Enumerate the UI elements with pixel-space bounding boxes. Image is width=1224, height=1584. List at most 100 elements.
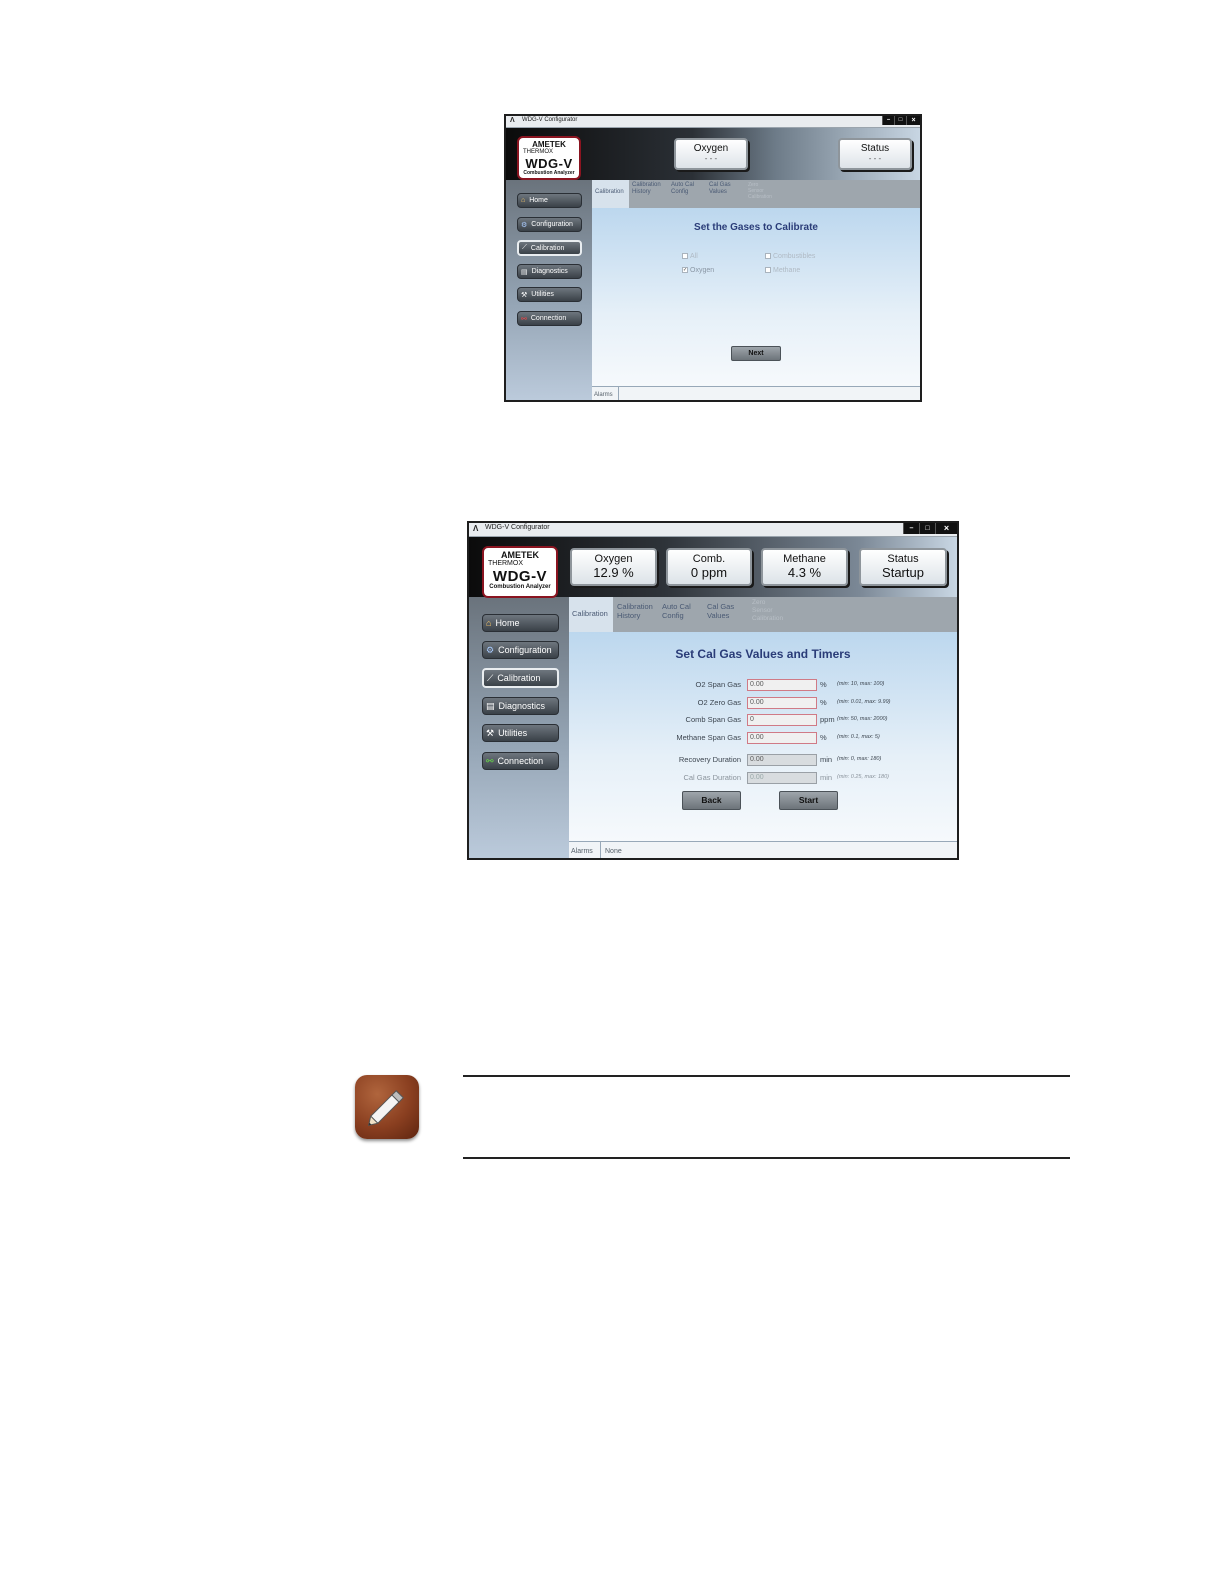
comb-span-gas-input[interactable]: 0: [747, 714, 817, 726]
home-icon: ⌂: [521, 197, 526, 204]
indicator-oxygen: Oxygen 12.9 %: [570, 548, 657, 586]
indicator-label: Oxygen: [594, 553, 633, 565]
title-bar: Ʌ WDG-V Configurator – □ ×: [506, 116, 920, 128]
nav-connection[interactable]: ⚯ Connection: [482, 752, 559, 770]
content-title: Set Cal Gas Values and Timers: [675, 647, 851, 661]
tab-auto-cal-config[interactable]: Auto Cal Config: [668, 180, 706, 208]
nav-configuration[interactable]: ⚙ Configuration: [517, 217, 582, 232]
nav-calibration[interactable]: ⟋ Calibration: [517, 240, 582, 256]
field-comb-span-gas: Comb Span Gas 0 ppm (min: 50, max: 2000): [569, 714, 957, 726]
recovery-duration-input[interactable]: 0.00: [747, 754, 817, 766]
link-icon: ⚯: [486, 755, 494, 766]
checkbox-combustibles[interactable]: Combustibles: [765, 253, 815, 260]
app-icon: Ʌ: [510, 117, 515, 124]
nav-label: Calibration: [530, 244, 565, 252]
tab-calibration[interactable]: Calibration: [592, 180, 629, 208]
field-label: O2 Span Gas: [695, 680, 741, 689]
indicator-value: Startup: [882, 565, 924, 580]
alarms-value: None: [605, 848, 622, 855]
nav-calibration[interactable]: ⟋ Calibration: [482, 668, 559, 688]
screenshot-calibrate-gases: Ʌ WDG-V Configurator – □ × AMETEK THERMO…: [504, 114, 922, 402]
indicator-methane: Methane 4.3 %: [761, 548, 848, 586]
field-o2-zero-gas: O2 Zero Gas 0.00 % (min: 0.01, max: 9.99…: [569, 697, 957, 709]
field-unit: %: [820, 680, 827, 689]
indicator-label: Status: [887, 553, 919, 565]
nav-connection[interactable]: ⚯ Connection: [517, 311, 582, 326]
calibration-icon: ⟋: [522, 244, 527, 251]
close-icon[interactable]: ×: [935, 523, 957, 534]
content-title: Set the Gases to Calibrate: [694, 222, 818, 233]
checkbox-all[interactable]: All: [682, 253, 698, 260]
next-button[interactable]: Next: [731, 346, 781, 361]
checkbox-methane[interactable]: Methane: [765, 267, 800, 274]
tab-zero-sensor-calibration: Zero Sensor Calibration: [748, 182, 772, 200]
indicator-value: - - -: [868, 154, 882, 163]
content-panel: Set the Gases to Calibrate All ✓ Oxygen C…: [592, 208, 920, 386]
field-unit: %: [820, 733, 827, 742]
indicator-status: Status Startup: [859, 548, 947, 586]
alarms-label: Alarms: [594, 392, 613, 398]
o2-span-gas-input[interactable]: 0.00: [747, 679, 817, 691]
nav-label: Configuration: [498, 645, 552, 655]
window-title: WDG-V Configurator: [485, 524, 550, 531]
nav-label: Home: [529, 197, 548, 204]
nav-utilities[interactable]: ⚒ Utilities: [482, 724, 559, 742]
nav-home[interactable]: ⌂ Home: [517, 193, 582, 208]
window-title: WDG-V Configurator: [522, 117, 578, 123]
field-label: Comb Span Gas: [685, 715, 741, 724]
content-panel: Set Cal Gas Values and Timers O2 Span Ga…: [569, 632, 957, 841]
field-o2-span-gas: O2 Span Gas 0.00 % (min: 10, max: 100): [569, 679, 957, 691]
note-pencil-icon: [355, 1075, 419, 1139]
field-label: Cal Gas Duration: [683, 773, 741, 782]
maximize-icon[interactable]: □: [894, 116, 906, 125]
wrench-icon: ⚒: [486, 727, 495, 738]
indicator-value: 12.9 %: [593, 565, 634, 580]
indicator-label: Status: [860, 143, 890, 154]
home-icon: ⌂: [486, 618, 492, 628]
tab-auto-cal-config[interactable]: Auto Cal Config: [659, 597, 703, 632]
tab-calibration[interactable]: Calibration: [569, 597, 613, 632]
tab-calibration-history[interactable]: Calibration History: [614, 597, 658, 632]
nav-label: Connection: [497, 756, 544, 766]
field-recovery-duration: Recovery Duration 0.00 min (min: 0, max:…: [569, 754, 957, 766]
nav-label: Utilities: [531, 291, 554, 298]
calibration-icon: ⟋: [487, 672, 494, 683]
tab-cal-gas-values[interactable]: Cal Gas Values: [704, 597, 748, 632]
field-label: Recovery Duration: [678, 755, 741, 764]
nav-label: Diagnostics: [498, 701, 546, 711]
indicator-value: - - -: [704, 154, 718, 163]
nav-configuration[interactable]: ⚙ Configuration: [482, 641, 559, 659]
nav-diagnostics[interactable]: ▤ Diagnostics: [482, 697, 559, 715]
gear-icon: ⚙: [486, 644, 495, 655]
title-bar: Ʌ WDG-V Configurator – □ ×: [469, 523, 957, 537]
nav-label: Utilities: [498, 728, 528, 738]
indicator-label: Methane: [783, 553, 826, 565]
indicator-label: Oxygen: [693, 143, 729, 154]
field-label: O2 Zero Gas: [697, 698, 741, 707]
start-button[interactable]: Start: [779, 791, 838, 810]
back-button[interactable]: Back: [682, 791, 741, 810]
status-bar: Alarms None: [569, 841, 957, 858]
close-icon[interactable]: ×: [906, 116, 920, 125]
field-range: (min: 0, max: 180): [837, 756, 882, 762]
tab-calibration-history[interactable]: Calibration History: [629, 180, 667, 208]
checkbox-oxygen[interactable]: ✓ Oxygen: [682, 267, 714, 274]
minimize-icon[interactable]: –: [903, 523, 919, 534]
nav-label: Configuration: [531, 221, 573, 228]
minimize-icon[interactable]: –: [882, 116, 894, 125]
field-label: Methane Span Gas: [676, 733, 741, 742]
field-range: (min: 10, max: 100): [837, 681, 885, 687]
tab-bar: Calibration Calibration History Auto Cal C…: [592, 180, 920, 208]
maximize-icon[interactable]: □: [919, 523, 935, 534]
methane-span-gas-input[interactable]: 0.00: [747, 732, 817, 744]
tab-bar: Calibration Calibration History Auto Cal C…: [569, 597, 957, 632]
tab-cal-gas-values[interactable]: Cal Gas Values: [706, 180, 744, 208]
nav-diagnostics[interactable]: ▤ Diagnostics: [517, 264, 582, 279]
nav-utilities[interactable]: ⚒ Utilities: [517, 287, 582, 302]
note-bottom-rule: [463, 1157, 1070, 1159]
nav-label: Connection: [530, 315, 567, 322]
indicator-value: 0 ppm: [690, 565, 728, 580]
nav-home[interactable]: ⌂ Home: [482, 614, 559, 632]
note-top-rule: [463, 1075, 1070, 1077]
o2-zero-gas-input[interactable]: 0.00: [747, 697, 817, 709]
